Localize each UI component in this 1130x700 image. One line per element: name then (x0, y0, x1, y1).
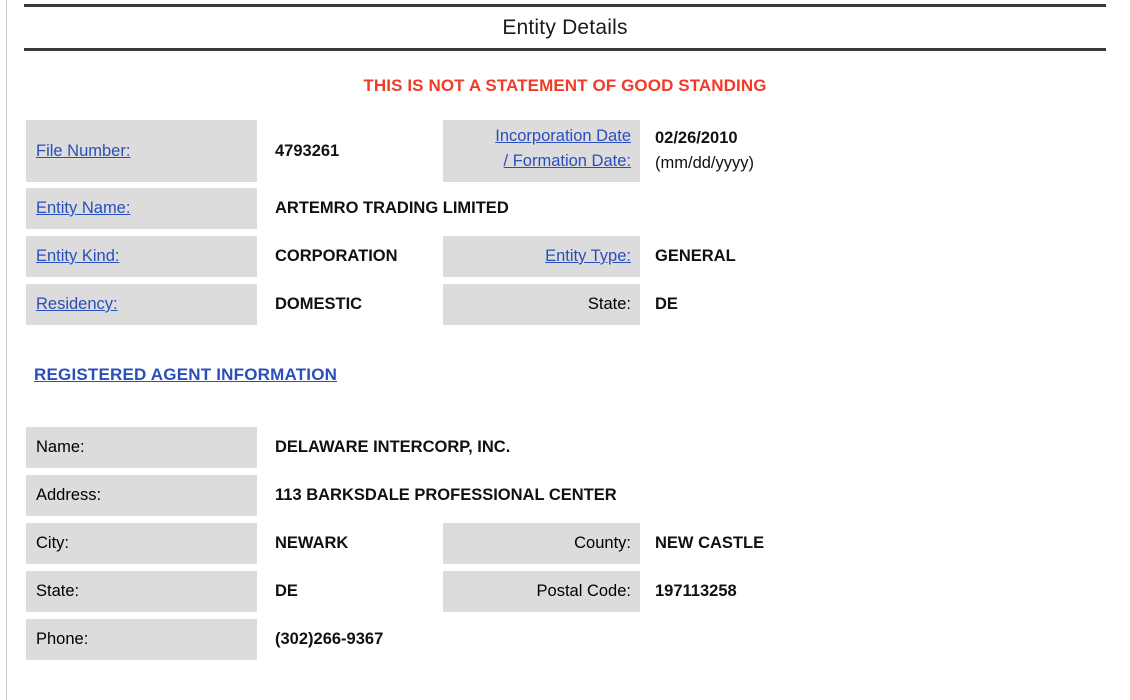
field-label-agent-city: City: (26, 523, 257, 564)
residency-link[interactable]: Residency: (36, 295, 118, 314)
field-value-entity-kind: CORPORATION (275, 247, 398, 265)
field-label-residency[interactable]: Residency: (26, 284, 257, 325)
field-value-agent-address: 113 BARKSDALE PROFESSIONAL CENTER (275, 486, 617, 504)
agent-name-label-text: Name: (36, 438, 85, 456)
field-value-entity-type: GENERAL (655, 247, 736, 265)
field-label-agent-postal-code: Postal Code: (443, 571, 640, 612)
agent-phone-label-text: Phone: (36, 630, 89, 648)
incorporation-date-format-hint: (mm/dd/yyyy) (655, 154, 754, 172)
field-label-agent-name: Name: (26, 427, 257, 468)
field-label-entity-state: State: (443, 284, 640, 325)
field-value-entity-name: ARTEMRO TRADING LIMITED (275, 199, 509, 217)
field-label-agent-state: State: (26, 571, 257, 612)
field-value-agent-postal-code: 197113258 (655, 582, 737, 600)
agent-city-label-text: City: (36, 534, 69, 552)
top-divider-rule (24, 4, 1106, 7)
entity-state-label-text: State: (587, 295, 631, 313)
field-label-agent-address: Address: (26, 475, 257, 516)
incorporation-date-link-line2[interactable]: / Formation Date: (443, 149, 631, 174)
field-value-entity-state: DE (655, 295, 678, 313)
incorporation-date-value: 02/26/2010 (655, 129, 738, 147)
agent-county-label-text: County: (574, 534, 631, 552)
field-label-entity-kind[interactable]: Entity Kind: (26, 236, 257, 277)
field-label-agent-county: County: (443, 523, 640, 564)
field-label-entity-name[interactable]: Entity Name: (26, 188, 257, 229)
field-value-agent-name: DELAWARE INTERCORP, INC. (275, 438, 511, 456)
entity-kind-link[interactable]: Entity Kind: (36, 247, 119, 266)
field-value-file-number: 4793261 (275, 141, 340, 160)
field-value-agent-county: NEW CASTLE (655, 534, 765, 552)
field-value-agent-city: NEWARK (275, 534, 349, 552)
agent-state-label-text: State: (36, 582, 80, 600)
entity-name-link[interactable]: Entity Name: (36, 199, 130, 218)
field-label-agent-phone: Phone: (26, 619, 257, 660)
entity-details-page: Entity Details THIS IS NOT A STATEMENT O… (0, 0, 1130, 700)
registered-agent-section-heading[interactable]: REGISTERED AGENT INFORMATION (34, 365, 337, 385)
field-value-incorporation-date: 02/26/2010 (mm/dd/yyyy) (655, 126, 754, 182)
not-good-standing-warning: THIS IS NOT A STATEMENT OF GOOD STANDING (363, 76, 767, 95)
page-title: Entity Details (502, 16, 628, 39)
left-border-rule (6, 0, 7, 700)
field-value-agent-state: DE (275, 582, 298, 600)
field-label-entity-type[interactable]: Entity Type: (443, 236, 640, 277)
file-number-link[interactable]: File Number: (36, 142, 130, 161)
title-divider-rule (24, 48, 1106, 51)
agent-postal-code-label-text: Postal Code: (536, 582, 631, 600)
agent-address-label-text: Address: (36, 486, 102, 504)
field-label-incorporation-date[interactable]: Incorporation Date / Formation Date: (443, 120, 640, 182)
incorporation-date-link-line1[interactable]: Incorporation Date (443, 124, 631, 149)
field-label-file-number[interactable]: File Number: (26, 120, 257, 182)
field-value-agent-phone: (302)266-9367 (275, 630, 384, 648)
field-value-residency: DOMESTIC (275, 295, 363, 313)
entity-type-link[interactable]: Entity Type: (545, 247, 631, 266)
